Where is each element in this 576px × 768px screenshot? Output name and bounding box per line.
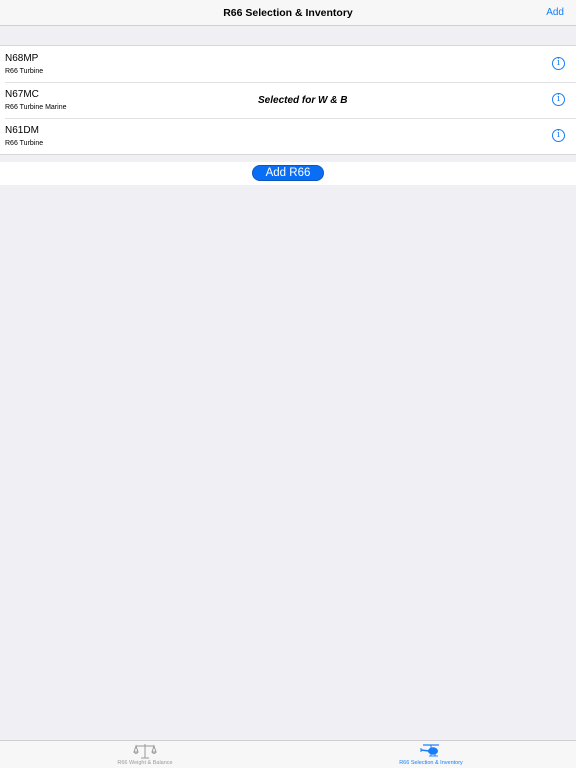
info-icon[interactable]: i	[552, 129, 565, 142]
aircraft-row[interactable]: N61DM R66 Turbine i	[0, 118, 576, 154]
aircraft-model: R66 Turbine Marine	[5, 104, 67, 111]
aircraft-model: R66 Turbine	[5, 140, 44, 147]
scale-icon	[133, 744, 157, 759]
tab-weight-balance[interactable]: R66 Weight & Balance	[75, 741, 215, 768]
aircraft-row[interactable]: N67MC R66 Turbine Marine Selected for W …	[0, 82, 576, 118]
aircraft-tail-number: N68MP	[5, 53, 39, 64]
add-button-bar: Add R66	[0, 162, 576, 185]
tab-selection-inventory[interactable]: R66 Selection & Inventory	[361, 741, 501, 768]
selected-indicator: Selected for W & B	[258, 95, 348, 106]
page-title: R66 Selection & Inventory	[223, 7, 353, 19]
aircraft-list: N68MP R66 Turbine i N67MC R66 Turbine Ma…	[0, 45, 576, 155]
tab-label: R66 Weight & Balance	[117, 760, 173, 766]
tab-label: R66 Selection & Inventory	[399, 760, 463, 766]
aircraft-model: R66 Turbine	[5, 68, 44, 75]
add-nav-button[interactable]: Add	[546, 7, 564, 18]
navigation-bar: R66 Selection & Inventory Add	[0, 0, 576, 26]
aircraft-row[interactable]: N68MP R66 Turbine i	[0, 46, 576, 82]
add-r66-button[interactable]: Add R66	[252, 165, 324, 181]
aircraft-tail-number: N61DM	[5, 125, 39, 136]
info-icon[interactable]: i	[552, 57, 565, 70]
tab-bar: R66 Weight & Balance R66 Selection & Inv…	[0, 740, 576, 768]
info-icon[interactable]: i	[552, 93, 565, 106]
helicopter-icon	[420, 744, 439, 757]
aircraft-tail-number: N67MC	[5, 89, 39, 100]
